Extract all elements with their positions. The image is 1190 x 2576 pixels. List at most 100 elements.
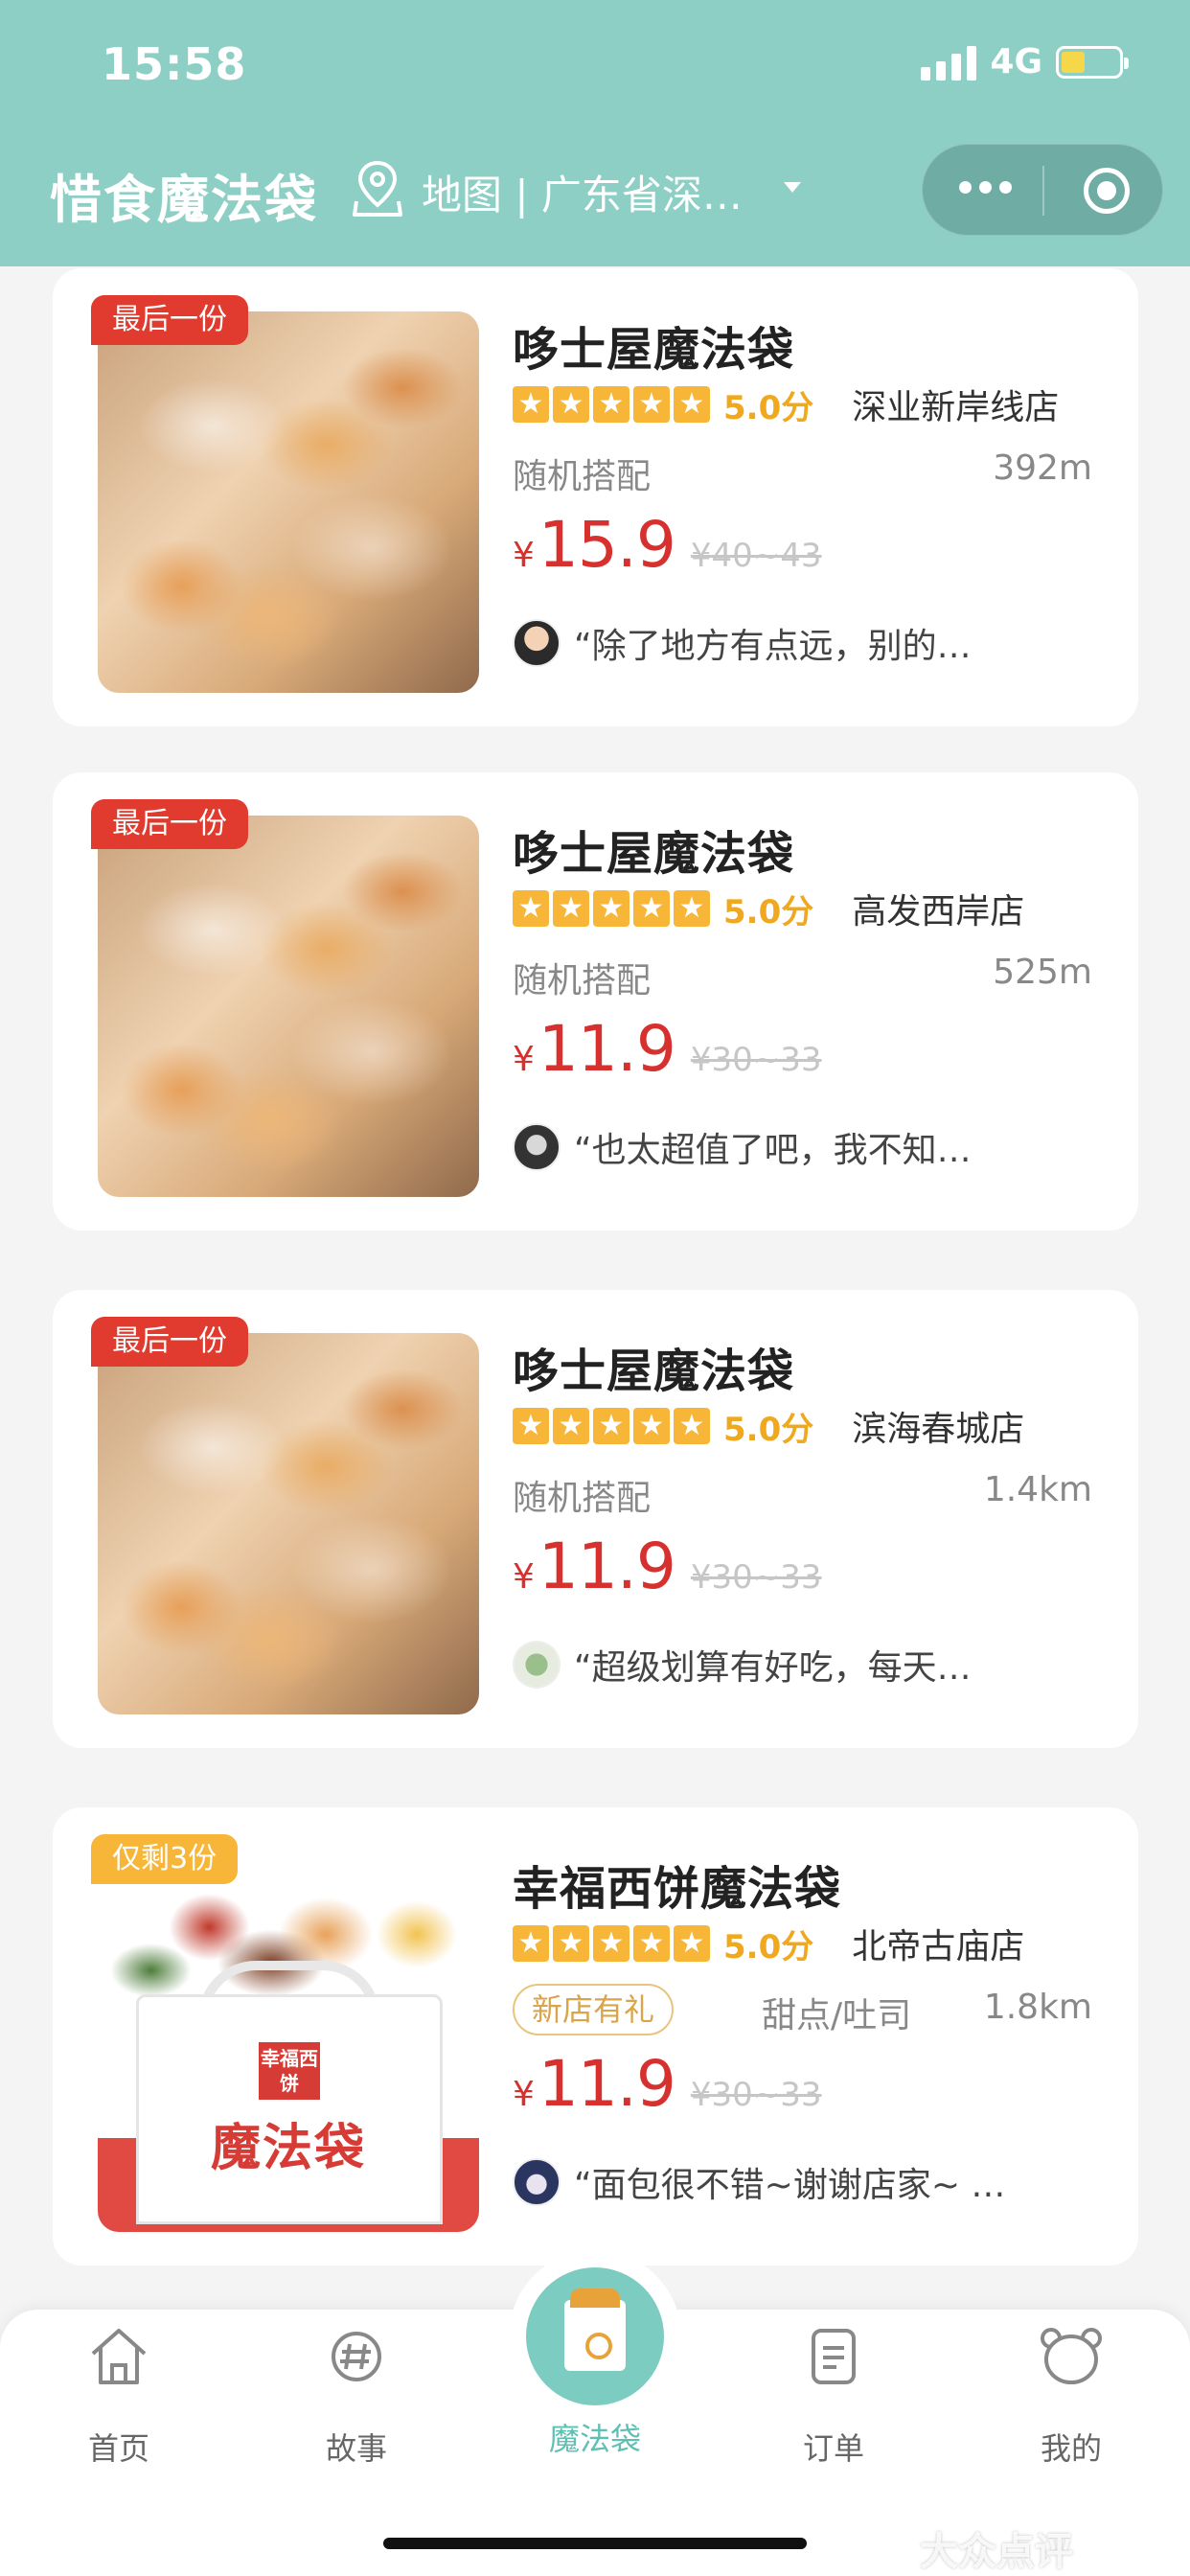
rating-row: ★ ★ ★ ★ ★ 5.0分 滨海春城店 [513, 1403, 1024, 1449]
shop-title: 哆士屋魔法袋 [513, 827, 795, 881]
avatar [513, 1641, 561, 1689]
score: 5.0分 [723, 1410, 814, 1449]
price: 11.9 [538, 2047, 676, 2121]
branch-name: 北帝古庙店 [852, 1927, 1025, 1966]
tab-label: 首页 [87, 2430, 149, 2467]
original-price: ¥30~33 [690, 1041, 822, 1079]
price-row: ¥ 11.9 ¥30~33 [513, 1012, 822, 1089]
mix-label: 随机搭配 [513, 961, 652, 1000]
tab-profile[interactable]: 我的 [995, 2310, 1148, 2501]
star-icon: ★ [593, 1925, 629, 1962]
shop-title: 哆士屋魔法袋 [513, 1345, 795, 1398]
stock-badge: 最后一份 [91, 799, 248, 849]
original-price: ¥30~33 [690, 2076, 822, 2114]
product-image [98, 311, 479, 693]
star-icon: ★ [674, 386, 710, 423]
currency-symbol: ¥ [513, 536, 535, 575]
brand-seal: 幸福西饼 [259, 2042, 320, 2100]
star-rating: ★ ★ ★ ★ ★ [513, 890, 710, 927]
star-icon: ★ [513, 890, 549, 927]
category: 甜点/吐司 [762, 1996, 912, 2036]
status-indicators: 4G [921, 42, 1129, 81]
profile-icon [1041, 2328, 1102, 2384]
star-icon: ★ [513, 1925, 549, 1962]
star-rating: ★ ★ ★ ★ ★ [513, 1408, 710, 1444]
more-icon[interactable] [959, 181, 1012, 194]
star-icon: ★ [593, 1408, 629, 1444]
battery-icon [1056, 45, 1129, 79]
mini-program-capsule [922, 144, 1163, 236]
chevron-down-icon[interactable] [784, 182, 801, 193]
star-icon: ★ [553, 1925, 589, 1962]
bag-card[interactable]: 最后一份 哆士屋魔法袋 ★ ★ ★ ★ ★ 5.0分 滨海春城店 随机搭配 1.4km … [53, 1290, 1138, 1748]
review-snippet: “也太超值了吧，我不知… [574, 1131, 972, 1170]
review-snippet: “面包很不错~谢谢店家~ … [574, 2166, 1006, 2205]
app-title: 惜食魔法袋 [50, 170, 318, 230]
price-row: ¥ 11.9 ¥30~33 [513, 2047, 822, 2124]
location-pin-icon[interactable] [351, 159, 404, 218]
score: 5.0分 [723, 1927, 814, 1966]
distance: 525m [993, 953, 1092, 992]
price-row: ¥ 15.9 ¥40~43 [513, 508, 822, 585]
star-icon: ★ [633, 386, 670, 423]
star-rating: ★ ★ ★ ★ ★ [513, 386, 710, 423]
bag-card[interactable]: 最后一份 哆士屋魔法袋 ★ ★ ★ ★ ★ 5.0分 深业新岸线店 随机搭配 392m … [53, 268, 1138, 726]
capsule-divider [1042, 166, 1044, 216]
review-snippet: “超级划算有好吃，每天… [574, 1648, 972, 1688]
shop-title: 哆士屋魔法袋 [513, 323, 795, 377]
rating-row: ★ ★ ★ ★ ★ 5.0分 深业新岸线店 [513, 381, 1059, 427]
bag-card[interactable]: 仅剩3份 幸福西饼 魔法袋 让每一粒粮食发光 幸福西饼魔法袋 ★ ★ ★ ★ ★ 5.0… [53, 1807, 1138, 2266]
avatar [513, 1123, 561, 1171]
original-price: ¥40~43 [690, 537, 822, 575]
close-target-icon[interactable] [1084, 168, 1130, 214]
distance: 1.4km [983, 1470, 1092, 1509]
location-selector[interactable]: 地图 | 广东省深… [422, 163, 743, 221]
price-row: ¥ 11.9 ¥30~33 [513, 1530, 822, 1606]
review-snippet: “除了地方有点远，别的… [574, 627, 972, 666]
branch-name: 高发西岸店 [852, 892, 1025, 932]
review-row: “也太超值了吧，我不知… [513, 1120, 972, 1174]
star-icon: ★ [553, 386, 589, 423]
price: 11.9 [538, 1012, 676, 1086]
magic-bag-icon [526, 2267, 664, 2405]
stock-badge: 最后一份 [91, 295, 248, 345]
star-icon: ★ [553, 1408, 589, 1444]
status-time: 15:58 [102, 38, 247, 90]
watermark: 大众点评 [920, 2530, 1073, 2574]
rating-row: ★ ★ ★ ★ ★ 5.0分 北帝古庙店 [513, 1920, 1024, 1966]
distance: 392m [993, 448, 1092, 488]
distance: 1.8km [983, 1988, 1092, 2027]
star-icon: ★ [513, 1408, 549, 1444]
signal-icon [921, 44, 977, 80]
currency-symbol: ¥ [513, 2075, 535, 2114]
meta-row: 随机搭配 1.4km [513, 1466, 1092, 1518]
tab-home[interactable]: 首页 [42, 2310, 195, 2501]
meta-row: 新店有礼 甜点/吐司 1.8km [513, 1984, 1092, 2036]
score: 5.0分 [723, 388, 814, 427]
branch-name: 深业新岸线店 [852, 388, 1060, 427]
star-icon: ★ [674, 1925, 710, 1962]
tab-label: 故事 [325, 2430, 387, 2467]
product-image [98, 816, 479, 1197]
tab-story[interactable]: 故事 [280, 2310, 433, 2501]
order-icon [812, 2329, 856, 2384]
star-rating: ★ ★ ★ ★ ★ [513, 1925, 710, 1962]
magic-bag-tab-button[interactable] [509, 2250, 681, 2423]
story-icon [332, 2332, 381, 2381]
bag-card[interactable]: 最后一份 哆士屋魔法袋 ★ ★ ★ ★ ★ 5.0分 高发西岸店 随机搭配 525m ¥… [53, 772, 1138, 1230]
magic-bag-illustration: 幸福西饼 魔法袋 让每一粒粮食发光 [98, 1851, 479, 2232]
tab-orders[interactable]: 订单 [757, 2310, 910, 2501]
star-icon: ★ [674, 1408, 710, 1444]
stock-badge: 仅剩3份 [91, 1834, 239, 1884]
review-row: “除了地方有点远，别的… [513, 616, 972, 670]
star-icon: ★ [633, 1408, 670, 1444]
star-icon: ★ [633, 1925, 670, 1962]
avatar [513, 2158, 561, 2206]
stock-badge: 最后一份 [91, 1317, 248, 1367]
review-row: “超级划算有好吃，每天… [513, 1638, 972, 1691]
currency-symbol: ¥ [513, 1557, 535, 1597]
bag-title: 魔法袋 [210, 2120, 366, 2177]
price: 11.9 [538, 1530, 676, 1603]
original-price: ¥30~33 [690, 1558, 822, 1597]
home-icon [91, 2329, 147, 2384]
